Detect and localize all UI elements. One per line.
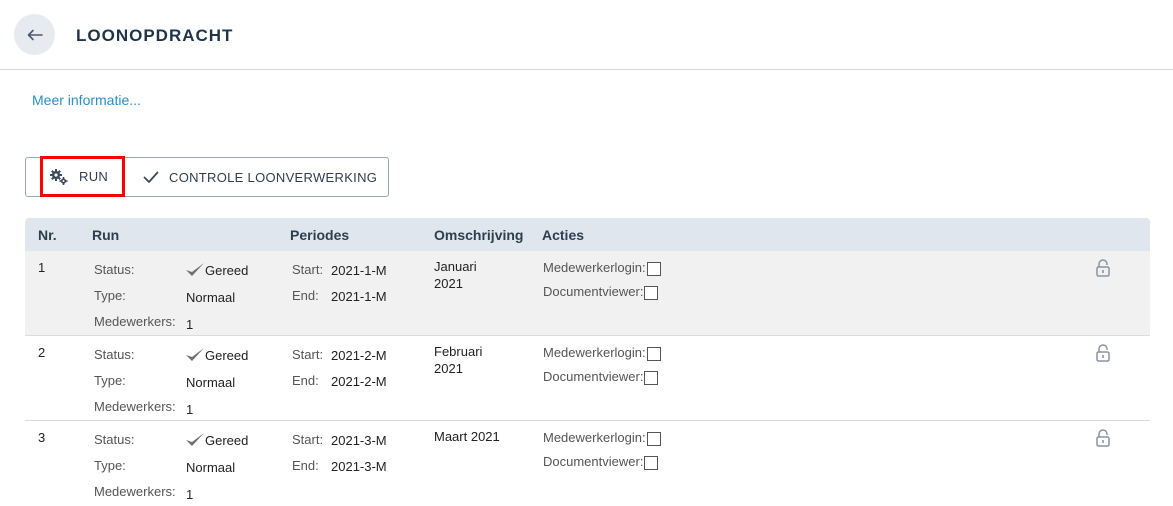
medewerkerlogin-option: Medewerkerlogin: [543, 345, 661, 361]
page-header: LOONOPDRACHT [0, 0, 1173, 70]
status-label: Status: [94, 262, 135, 277]
more-info-link[interactable]: Meer informatie... [32, 92, 141, 108]
status-value: Gereed [185, 432, 248, 448]
employees-label: Medewerkers: [94, 314, 176, 329]
checkmark-icon [143, 171, 159, 183]
column-header-acties: Acties [542, 227, 585, 243]
documentviewer-label: Documentviewer: [543, 454, 644, 469]
status-label: Status: [94, 347, 135, 362]
documentviewer-label: Documentviewer: [543, 369, 644, 384]
action-button-group: RUN CONTROLE LOONVERWERKING [25, 156, 389, 197]
row-number: 2 [38, 345, 46, 360]
type-label: Type: [94, 373, 126, 388]
checkmark-icon [186, 433, 204, 446]
status-text: Gereed [205, 432, 249, 448]
column-header-run: Run [92, 227, 120, 243]
back-button[interactable] [14, 14, 55, 55]
medewerkerlogin-label: Medewerkerlogin: [543, 260, 646, 275]
description-line-1: Februari [434, 344, 483, 359]
payroll-runs-table: Nr. Run Periodes Omschrijving Acties 1 S… [25, 218, 1150, 506]
checkmark-icon [186, 263, 204, 276]
type-value: Normaal [186, 460, 236, 475]
period-start-label: Start: [292, 347, 324, 362]
description-line-2: 2021 [434, 361, 463, 376]
documentviewer-label: Documentviewer: [543, 284, 644, 299]
period-end-value: 2021-2-M [331, 374, 387, 389]
period-end-label: End: [292, 458, 319, 473]
column-header-omschrijving: Omschrijving [434, 227, 524, 243]
column-header-nr: Nr. [38, 227, 57, 243]
checkmark-icon [186, 348, 204, 361]
documentviewer-checkbox[interactable] [644, 285, 659, 300]
documentviewer-checkbox[interactable] [644, 455, 659, 470]
status-value: Gereed [185, 347, 248, 363]
column-header-periodes: Periodes [290, 227, 350, 243]
medewerkerlogin-checkbox[interactable] [646, 261, 661, 276]
gears-icon [50, 168, 68, 185]
period-start-value: 2021-2-M [331, 348, 387, 363]
documentviewer-option: Documentviewer: [543, 454, 659, 470]
status-text: Gereed [205, 347, 249, 363]
period-end-value: 2021-1-M [331, 289, 387, 304]
period-start-label: Start: [292, 262, 324, 277]
controle-loonverwerking-button[interactable]: CONTROLE LOONVERWERKING [143, 158, 377, 196]
medewerkerlogin-label: Medewerkerlogin: [543, 430, 646, 445]
documentviewer-option: Documentviewer: [543, 369, 659, 385]
medewerkerlogin-checkbox[interactable] [646, 346, 661, 361]
employees-value: 1 [186, 402, 194, 417]
arrow-left-icon [27, 29, 43, 40]
medewerkerlogin-label: Medewerkerlogin: [543, 345, 646, 360]
description-line-1: Maart 2021 [434, 429, 500, 444]
employees-label: Medewerkers: [94, 399, 176, 414]
period-start-label: Start: [292, 432, 324, 447]
type-value: Normaal [186, 290, 236, 305]
description-line-1: Januari [434, 259, 477, 274]
type-value: Normaal [186, 375, 236, 390]
employees-value: 1 [186, 487, 194, 502]
row-number: 3 [38, 430, 46, 445]
period-start-value: 2021-3-M [331, 433, 387, 448]
documentviewer-checkbox[interactable] [644, 370, 659, 385]
documentviewer-option: Documentviewer: [543, 284, 659, 300]
type-label: Type: [94, 288, 126, 303]
period-end-label: End: [292, 373, 319, 388]
row-number: 1 [38, 260, 46, 275]
table-row[interactable]: 3 Status: Gereed Type: Normaal Medewerke… [25, 421, 1150, 506]
run-button[interactable]: RUN [40, 156, 125, 197]
employees-value: 1 [186, 317, 194, 332]
unlock-icon[interactable] [1096, 259, 1110, 277]
period-end-value: 2021-3-M [331, 459, 387, 474]
medewerkerlogin-option: Medewerkerlogin: [543, 260, 661, 276]
table-row[interactable]: 1 Status: Gereed Type: Normaal Medewerke… [25, 251, 1150, 336]
controle-loonverwerking-label: CONTROLE LOONVERWERKING [169, 169, 378, 185]
description-line-2: 2021 [434, 276, 463, 291]
status-label: Status: [94, 432, 135, 447]
period-end-label: End: [292, 288, 319, 303]
status-value: Gereed [185, 262, 248, 278]
type-label: Type: [94, 458, 126, 473]
unlock-icon[interactable] [1096, 429, 1110, 447]
run-button-label: RUN [79, 169, 109, 184]
employees-label: Medewerkers: [94, 484, 176, 499]
status-text: Gereed [205, 262, 249, 278]
unlock-icon[interactable] [1096, 344, 1110, 362]
medewerkerlogin-option: Medewerkerlogin: [543, 430, 661, 446]
medewerkerlogin-checkbox[interactable] [646, 431, 661, 446]
table-header: Nr. Run Periodes Omschrijving Acties [25, 218, 1150, 251]
page-title: LOONOPDRACHT [76, 26, 234, 45]
table-row[interactable]: 2 Status: Gereed Type: Normaal Medewerke… [25, 336, 1150, 421]
period-start-value: 2021-1-M [331, 263, 387, 278]
